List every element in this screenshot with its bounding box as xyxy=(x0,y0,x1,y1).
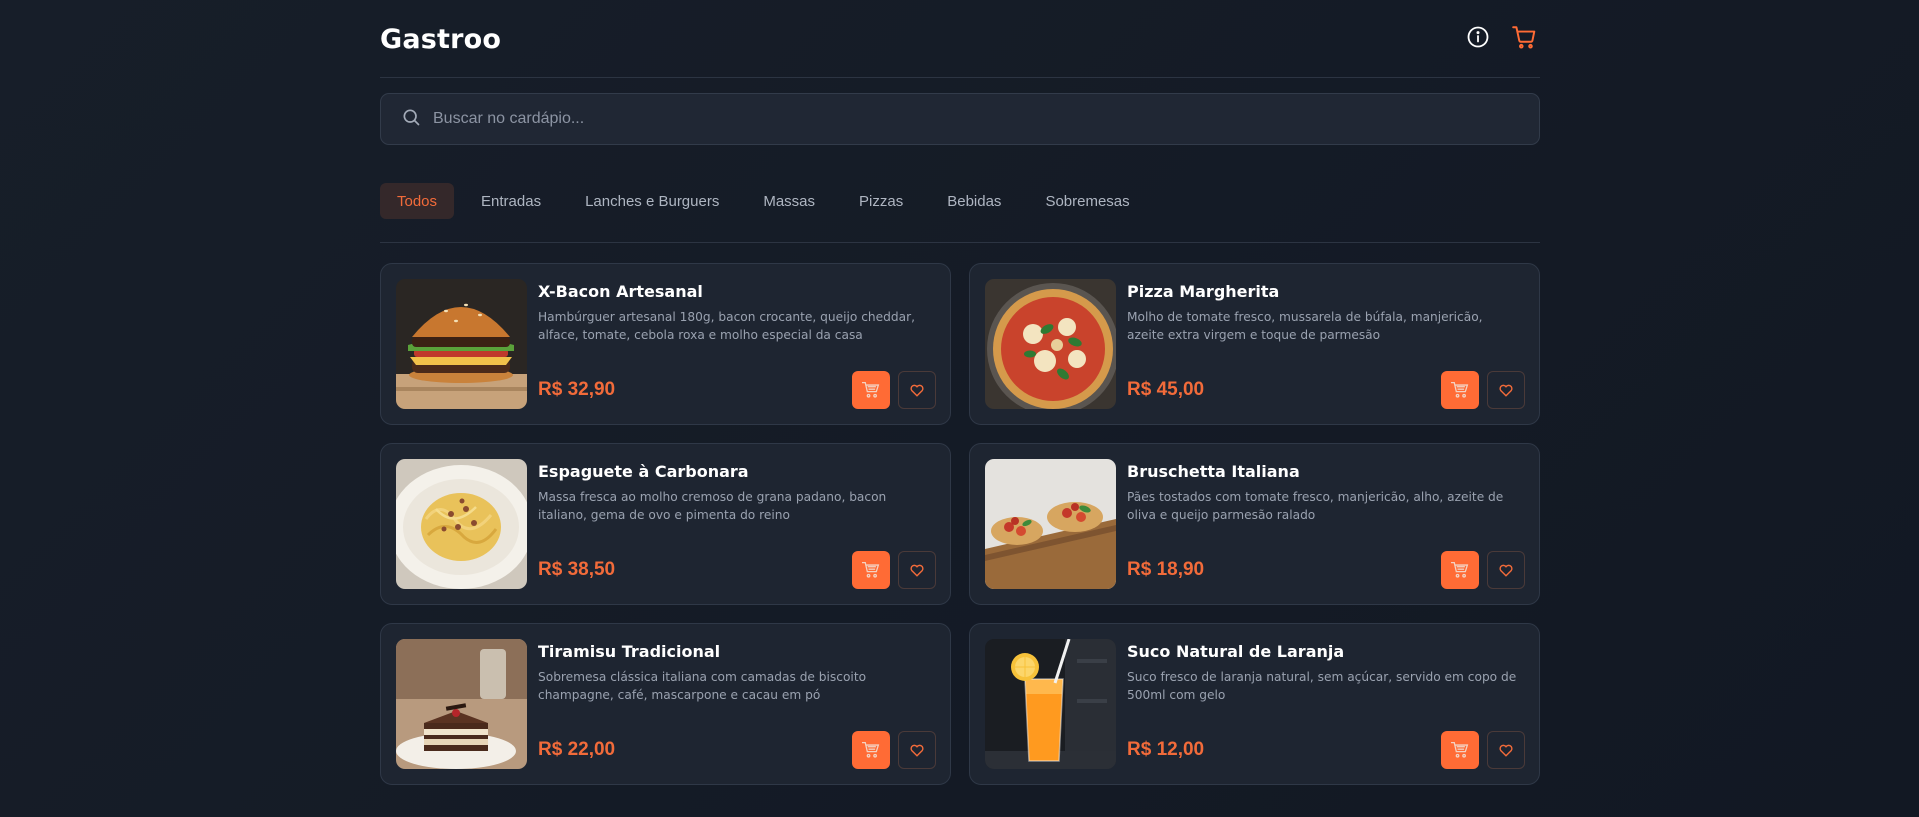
heart-icon xyxy=(910,744,924,757)
item-name: X-Bacon Artesanal xyxy=(538,282,703,301)
item-name: Bruschetta Italiana xyxy=(1127,462,1300,481)
item-price: R$ 22,00 xyxy=(538,739,616,760)
heart-icon xyxy=(910,564,924,577)
heart-icon xyxy=(1499,564,1513,577)
item-name: Tiramisu Tradicional xyxy=(538,642,721,661)
orange-juice-photo[interactable] xyxy=(985,639,1116,769)
bruschetta-photo[interactable] xyxy=(985,459,1116,589)
cart-add-icon xyxy=(1451,561,1469,578)
tiramisu-photo[interactable] xyxy=(396,639,527,769)
tab-bebidas[interactable]: Bebidas xyxy=(930,183,1018,219)
cart-add-icon xyxy=(862,561,880,578)
item-description: Molho de tomate fresco, mussarela de búf… xyxy=(1127,310,1483,342)
item-description: Pães tostados com tomate fresco, manjeri… xyxy=(1127,490,1504,522)
item-description: Sobremesa clássica italiana com camadas … xyxy=(538,670,867,702)
header-actions xyxy=(1464,23,1538,51)
add-to-cart-button[interactable] xyxy=(852,551,890,589)
favorite-button[interactable] xyxy=(898,371,936,409)
category-tabs: Todos Entradas Lanches e Burguers Massas… xyxy=(380,183,1540,243)
item-description: Suco fresco de laranja natural, sem açúc… xyxy=(1127,670,1517,702)
favorite-button[interactable] xyxy=(898,731,936,769)
menu-item-card[interactable]: Bruschetta Italiana Pães tostados com to… xyxy=(969,443,1540,605)
search-icon xyxy=(401,107,421,132)
add-to-cart-button[interactable] xyxy=(1441,371,1479,409)
tab-lanches-e-burguers[interactable]: Lanches e Burguers xyxy=(568,183,736,219)
info-icon[interactable] xyxy=(1464,23,1492,51)
item-name: Pizza Margherita xyxy=(1127,282,1280,301)
menu-item-card[interactable]: X-Bacon Artesanal Hambúrguer artesanal 1… xyxy=(380,263,951,425)
heart-icon xyxy=(910,384,924,397)
item-price: R$ 12,00 xyxy=(1127,739,1205,760)
add-to-cart-button[interactable] xyxy=(1441,731,1479,769)
item-price: R$ 18,90 xyxy=(1127,559,1205,580)
cart-add-icon xyxy=(1451,381,1469,398)
favorite-button[interactable] xyxy=(1487,371,1525,409)
burger-photo[interactable] xyxy=(396,279,527,409)
favorite-button[interactable] xyxy=(1487,731,1525,769)
favorite-button[interactable] xyxy=(1487,551,1525,589)
search-bar xyxy=(380,93,1540,145)
item-price: R$ 32,90 xyxy=(538,379,616,400)
pasta-photo[interactable] xyxy=(396,459,527,589)
item-name: Suco Natural de Laranja xyxy=(1127,642,1345,661)
menu-item-card[interactable]: Tiramisu Tradicional Sobremesa clássica … xyxy=(380,623,951,785)
item-price: R$ 45,00 xyxy=(1127,379,1205,400)
menu-item-card[interactable]: Suco Natural de Laranja Suco fresco de l… xyxy=(969,623,1540,785)
add-to-cart-button[interactable] xyxy=(852,371,890,409)
cart-add-icon xyxy=(862,381,880,398)
item-description: Massa fresca ao molho cremoso de grana p… xyxy=(538,490,887,522)
tab-todos[interactable]: Todos xyxy=(380,183,455,219)
tab-entradas[interactable]: Entradas xyxy=(464,183,558,219)
add-to-cart-button[interactable] xyxy=(1441,551,1479,589)
menu-item-card[interactable]: Pizza Margherita Molho de tomate fresco,… xyxy=(969,263,1540,425)
page-container: Gastroo Buscar no cardápio... Todos Entr… xyxy=(380,0,1540,785)
tab-massas[interactable]: Massas xyxy=(746,183,832,219)
header: Gastroo xyxy=(380,0,1540,78)
logo[interactable]: Gastroo xyxy=(380,24,501,55)
cart-icon[interactable] xyxy=(1510,23,1538,51)
menu-item-card[interactable]: Espaguete à Carbonara Massa fresca ao mo… xyxy=(380,443,951,605)
favorite-button[interactable] xyxy=(898,551,936,589)
search-input[interactable] xyxy=(433,110,1433,128)
heart-icon xyxy=(1499,384,1513,397)
heart-icon xyxy=(1499,744,1513,757)
add-to-cart-button[interactable] xyxy=(852,731,890,769)
tab-sobremesas[interactable]: Sobremesas xyxy=(1028,183,1146,219)
tab-pizzas[interactable]: Pizzas xyxy=(842,183,920,219)
item-name: Espaguete à Carbonara xyxy=(538,462,749,481)
menu-grid: X-Bacon Artesanal Hambúrguer artesanal 1… xyxy=(380,263,1540,785)
cart-add-icon xyxy=(862,741,880,758)
cart-add-icon xyxy=(1451,741,1469,758)
item-description: Hambúrguer artesanal 180g, bacon crocant… xyxy=(538,310,915,342)
item-price: R$ 38,50 xyxy=(538,559,616,580)
pizza-photo[interactable] xyxy=(985,279,1116,409)
